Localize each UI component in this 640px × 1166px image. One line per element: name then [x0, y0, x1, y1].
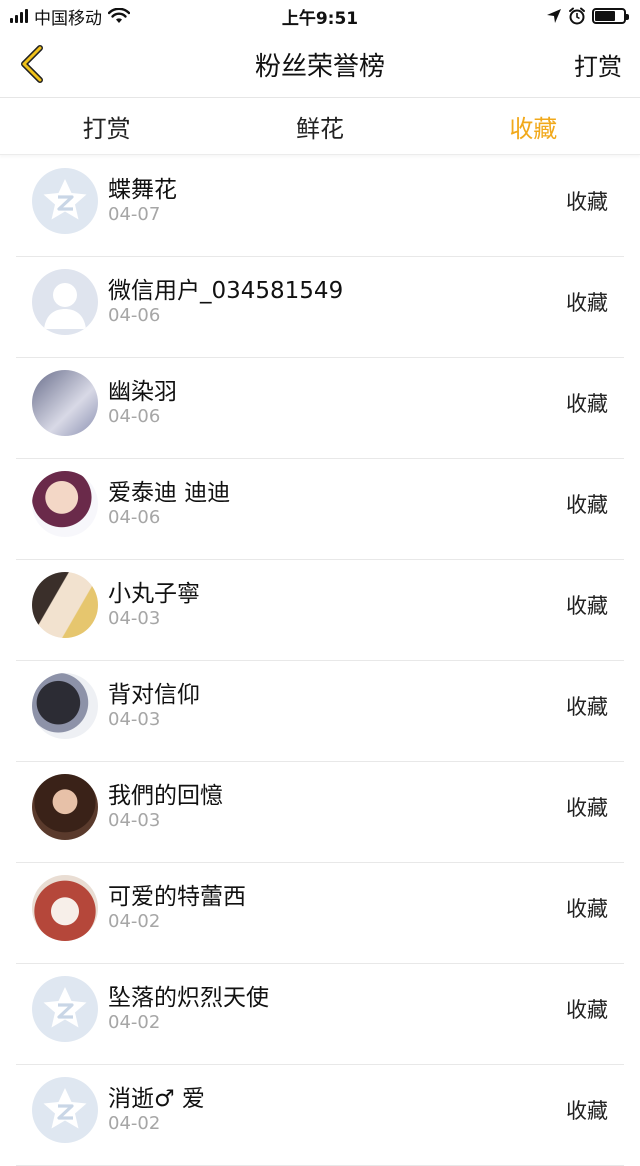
- status-right: [546, 7, 629, 25]
- list-item[interactable]: 可爱的特蕾西 04-02 收藏: [16, 863, 624, 964]
- user-name: 我們的回憶: [108, 783, 223, 809]
- battery-icon: [592, 8, 629, 24]
- user-name: 爱泰迪 迪迪: [108, 480, 231, 506]
- action-label: 收藏: [566, 594, 608, 618]
- avatar: [32, 572, 98, 638]
- signal-icon: [10, 9, 28, 23]
- action-label: 收藏: [566, 796, 608, 820]
- user-name: 坠落的炽烈天使: [108, 985, 269, 1011]
- tab-bar: 打赏 鲜花 收藏: [0, 99, 640, 155]
- list-item[interactable]: 爱泰迪 迪迪 04-06 收藏: [16, 459, 624, 560]
- action-label: 收藏: [566, 897, 608, 921]
- alarm-icon: [569, 7, 585, 25]
- user-name: 幽染羽: [108, 379, 177, 405]
- date-label: 04-07: [108, 204, 161, 225]
- list-item[interactable]: 微信用户_034581549 04-06 收藏: [16, 257, 624, 358]
- date-label: 04-06: [108, 507, 161, 528]
- page-title: 粉丝荣誉榜: [254, 52, 385, 82]
- carrier-label: 中国移动: [34, 8, 102, 29]
- tab-flowers[interactable]: 鲜花: [213, 109, 426, 144]
- list-item[interactable]: 消逝♂ 爱 04-02 收藏: [16, 1065, 624, 1166]
- user-name: 背对信仰: [108, 682, 200, 708]
- avatar: [32, 471, 98, 537]
- location-arrow-icon: [547, 9, 561, 23]
- action-label: 收藏: [566, 291, 608, 315]
- list-item[interactable]: 坠落的炽烈天使 04-02 收藏: [16, 964, 624, 1065]
- avatar: [32, 673, 98, 739]
- reward-button[interactable]: 打赏: [574, 47, 622, 82]
- action-label: 收藏: [566, 695, 608, 719]
- list-item[interactable]: 小丸子寧 04-03 收藏: [16, 560, 624, 661]
- tab-reward[interactable]: 打赏: [0, 109, 213, 144]
- user-silhouette-icon: [32, 269, 98, 335]
- user-name: 小丸子寧: [108, 581, 200, 607]
- list-item[interactable]: 背对信仰 04-03 收藏: [16, 661, 624, 762]
- action-label: 收藏: [566, 998, 608, 1022]
- list-item[interactable]: 幽染羽 04-06 收藏: [16, 358, 624, 459]
- nav-bar: 粉丝荣誉榜 打赏: [0, 32, 640, 98]
- status-left: 中国移动: [10, 4, 130, 29]
- user-name: 微信用户_034581549: [108, 278, 344, 304]
- default-avatar-icon: [32, 976, 98, 1042]
- date-label: 04-02: [108, 1113, 161, 1134]
- user-name: 可爱的特蕾西: [108, 884, 246, 910]
- avatar: [32, 875, 98, 941]
- date-label: 04-03: [108, 608, 161, 629]
- action-label: 收藏: [566, 1099, 608, 1123]
- date-label: 04-02: [108, 911, 161, 932]
- wifi-icon: [108, 8, 130, 23]
- user-name: 消逝♂ 爱: [108, 1086, 205, 1112]
- action-label: 收藏: [566, 493, 608, 517]
- list-item[interactable]: 蝶舞花 04-07 收藏: [16, 156, 624, 257]
- default-avatar-icon: [32, 1077, 98, 1143]
- back-chevron-icon[interactable]: [14, 44, 54, 84]
- date-label: 04-02: [108, 1012, 161, 1033]
- avatar: [32, 370, 98, 436]
- action-label: 收藏: [566, 190, 608, 214]
- avatar: [32, 774, 98, 840]
- status-time: 上午9:51: [281, 8, 359, 29]
- user-name: 蝶舞花: [108, 177, 177, 203]
- fan-list: 蝶舞花 04-07 收藏 微信用户_034581549 04-06 收藏 幽染羽…: [0, 156, 640, 1166]
- tab-favorites[interactable]: 收藏: [427, 109, 640, 144]
- status-bar: 中国移动 上午9:51: [0, 0, 640, 32]
- date-label: 04-03: [108, 810, 161, 831]
- default-avatar-icon: [32, 168, 98, 234]
- date-label: 04-06: [108, 406, 161, 427]
- action-label: 收藏: [566, 392, 608, 416]
- date-label: 04-06: [108, 305, 161, 326]
- date-label: 04-03: [108, 709, 161, 730]
- list-item[interactable]: 我們的回憶 04-03 收藏: [16, 762, 624, 863]
